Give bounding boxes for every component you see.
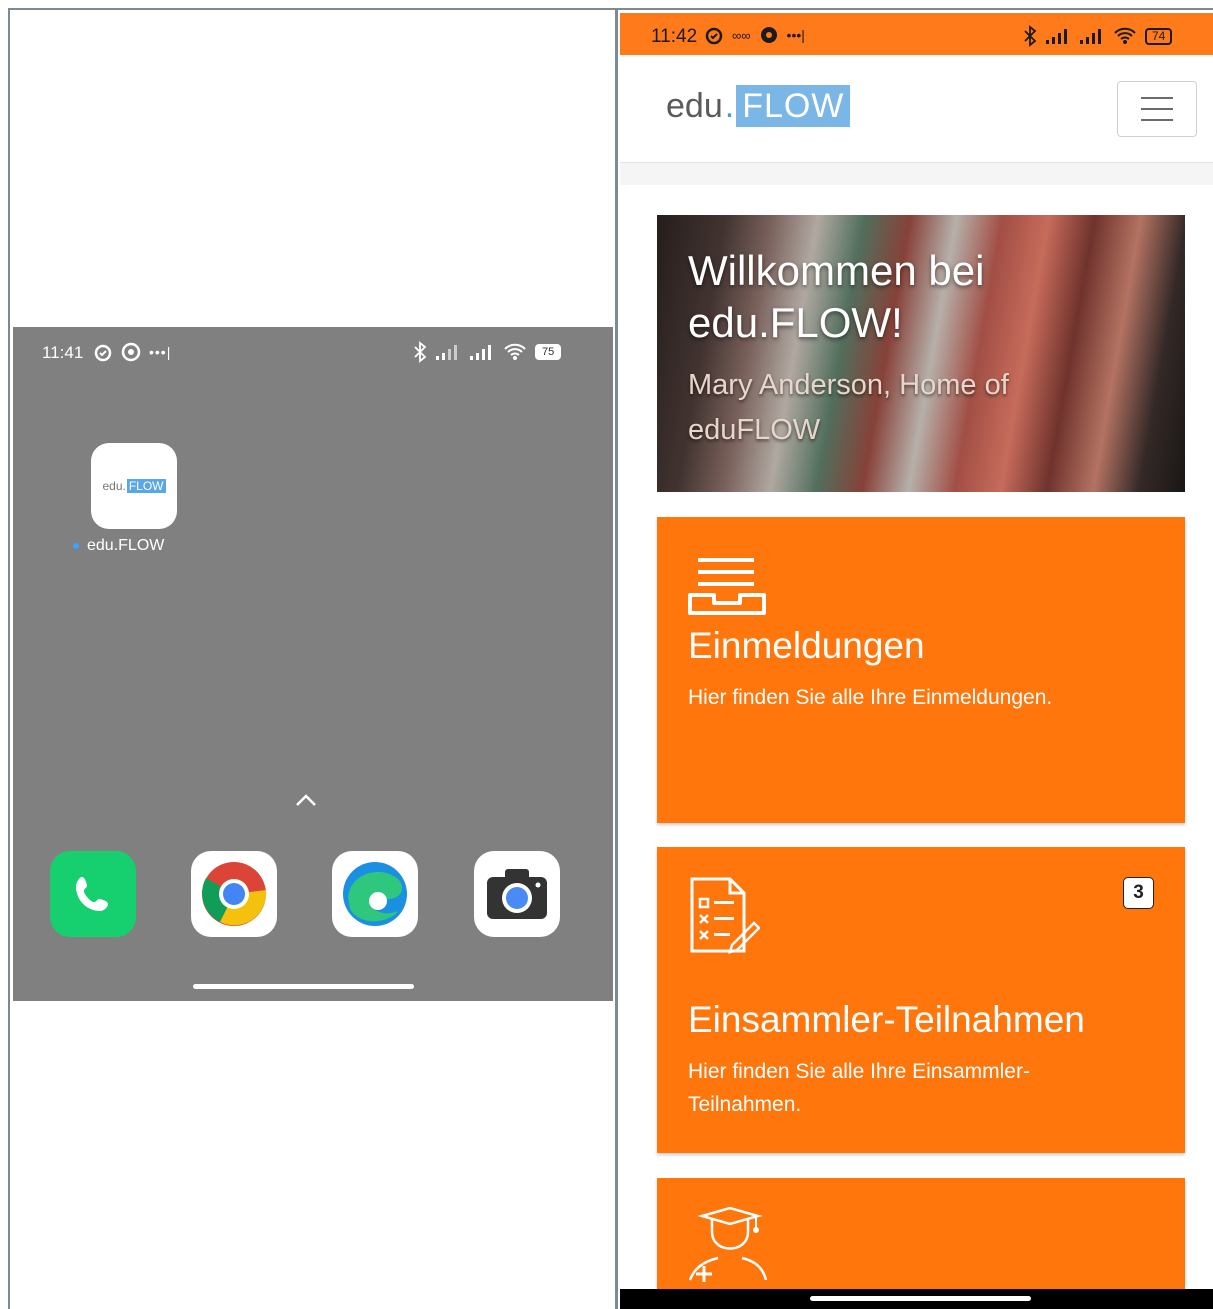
logo-dot: . — [724, 86, 735, 125]
dock-chrome[interactable] — [191, 851, 277, 937]
signal-1-icon — [436, 345, 457, 360]
chrome-notification-icon — [760, 27, 777, 43]
card-text: Hier finden Sie alle Ihre Einmeldungen. — [688, 686, 1053, 709]
signal-2-icon — [1080, 29, 1101, 44]
status-left-icons: •••| — [93, 342, 171, 362]
app-icon-logo-text: edu. — [102, 479, 126, 493]
card-text: Hier finden Sie alle Ihre Einsammler-Tei… — [688, 1060, 1030, 1116]
battery-level: 74 — [1152, 28, 1166, 43]
eduflow-logo[interactable]: edu . FLOW — [666, 85, 851, 127]
card-title: Einmeldungen — [688, 625, 925, 666]
status-bar: 11:41 •••| 75 — [13, 327, 613, 377]
camera-icon — [487, 869, 547, 919]
hero-title: Willkommen bei edu.FLOW! — [688, 247, 985, 346]
status-time: 11:41 — [42, 343, 84, 362]
hamburger-line — [1141, 97, 1173, 99]
inbox-tray-icon — [688, 558, 766, 615]
logo-text: edu — [666, 86, 723, 125]
logo-badge: FLOW — [736, 85, 851, 127]
eduflow-app-screen: 11:42 ∞∞ •••| 74 edu . FLOW Willkommen b… — [620, 13, 1213, 1309]
eduflow-app-icon[interactable]: edu. FLOW — [91, 443, 177, 529]
card-title: Einsammler-Teilnahmen — [688, 999, 1085, 1040]
status-left-icons: ∞∞ •••| — [704, 25, 805, 45]
status-bar: 11:42 ∞∞ •••| 74 — [620, 13, 1213, 55]
hamburger-menu-button[interactable] — [1117, 81, 1197, 137]
status-time: 11:42 — [651, 26, 698, 47]
signal-1-icon — [1046, 29, 1067, 44]
navigation-bar — [620, 1289, 1213, 1309]
bluetooth-icon — [414, 341, 427, 363]
app-label-text: edu.FLOW — [87, 537, 165, 554]
bluetooth-icon — [1024, 25, 1037, 47]
home-indicator[interactable] — [193, 984, 414, 989]
chevron-up-icon[interactable] — [295, 793, 317, 807]
comparison-frame: 11:41 •••| 75 edu. FLOW edu.FLOW 11:42 ∞… — [0, 0, 1213, 1309]
more-notifications-icon: •••| — [149, 344, 172, 360]
app-icon-logo-badge: FLOW — [126, 479, 166, 493]
hero-subtitle: Mary Anderson, Home of eduFLOW — [688, 369, 1009, 446]
chrome-icon — [202, 862, 267, 926]
battery-icon: 74 — [1145, 27, 1173, 45]
frame-border-left — [8, 8, 10, 1309]
status-right-icons: 75 — [413, 341, 562, 363]
battery-icon: 75 — [535, 344, 562, 360]
link-icon: ∞∞ — [732, 27, 751, 43]
more-notifications-icon: •••| — [786, 27, 805, 43]
new-app-dot — [73, 543, 79, 549]
battery-level: 75 — [542, 346, 555, 358]
hero-banner: Willkommen bei edu.FLOW! Mary Anderson, … — [657, 215, 1185, 492]
app-label[interactable]: edu.FLOW — [73, 537, 164, 555]
chrome-notification-icon — [121, 342, 141, 362]
edge-icon — [343, 862, 407, 926]
alarm-icon — [705, 27, 723, 45]
graduate-student-icon — [688, 1206, 768, 1282]
dock-camera[interactable] — [474, 851, 560, 937]
checklist-document-icon — [690, 877, 760, 954]
frame-divider — [615, 8, 618, 1309]
home-screen: 11:41 •••| 75 edu. FLOW edu.FLOW — [13, 327, 613, 1001]
alarm-icon — [94, 344, 112, 362]
dock-phone[interactable] — [50, 851, 136, 937]
signal-2-icon — [470, 345, 491, 360]
hamburger-line — [1141, 119, 1173, 121]
home-indicator[interactable] — [810, 1296, 1031, 1301]
wifi-icon — [504, 343, 526, 360]
phone-icon — [76, 877, 108, 911]
dock-edge[interactable] — [332, 851, 418, 937]
hamburger-line — [1141, 108, 1173, 110]
main-content: Willkommen bei edu.FLOW! Mary Anderson, … — [620, 185, 1213, 1309]
navbar: edu . FLOW — [620, 55, 1213, 163]
wifi-icon — [1114, 27, 1136, 44]
frame-border-top — [8, 8, 1213, 10]
count-badge: 3 — [1123, 877, 1154, 909]
status-right-icons: 74 — [1023, 25, 1173, 47]
card-einmeldungen[interactable]: Einmeldungen Hier finden Sie alle Ihre E… — [657, 517, 1185, 823]
card-einsammler-teilnahmen[interactable]: 3 Einsammler-Teilnahmen Hier finden Sie … — [657, 847, 1185, 1153]
